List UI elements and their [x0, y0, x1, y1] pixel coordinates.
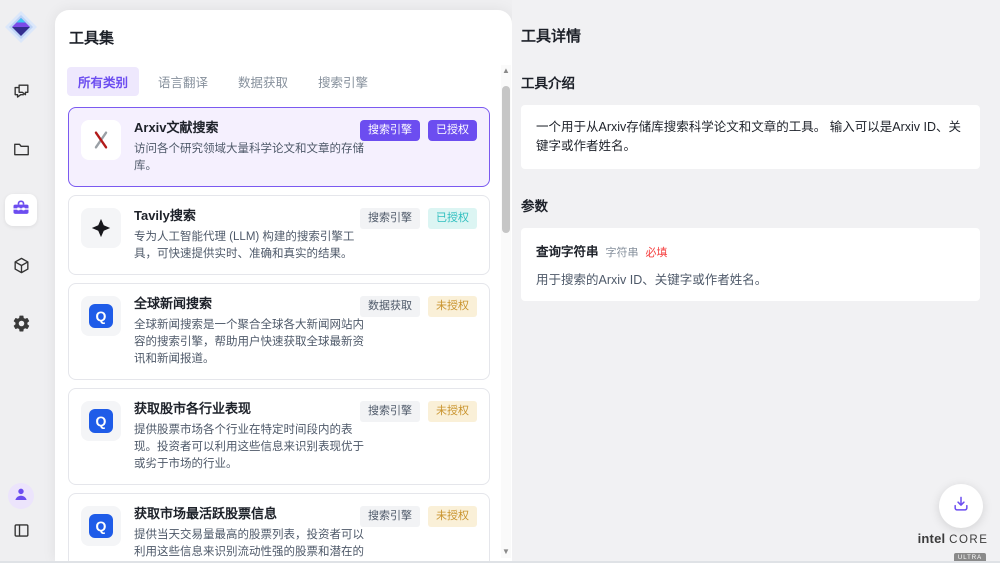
- param-card: 查询字符串 字符串 必填 用于搜索的Arxiv ID、关键字或作者姓名。: [521, 228, 980, 301]
- params-heading: 参数: [521, 195, 980, 215]
- download-icon: [951, 494, 971, 519]
- intel-logo-text: intel: [918, 531, 946, 546]
- core-logo-text: core: [949, 534, 988, 546]
- tab-search-engine[interactable]: 搜索引擎: [307, 67, 379, 96]
- tool-card-badges: 数据获取 未授权: [360, 296, 477, 317]
- list-scrollbar[interactable]: ▲ ▼: [501, 65, 511, 558]
- user-avatar-icon: [12, 485, 30, 508]
- tool-card-badges: 搜索引擎 未授权: [360, 401, 477, 422]
- category-tabs: 所有类别语言翻译数据获取搜索引擎: [67, 67, 512, 96]
- tool-card-title: 获取股市各行业表现: [134, 401, 366, 418]
- folder-icon: [12, 140, 31, 164]
- tool-card-description: 全球新闻搜索是一个聚合全球各大新闻网站内容的搜索引擎，帮助用户快速获取全球最新资…: [134, 317, 366, 367]
- tab-language-translation[interactable]: 语言翻译: [147, 67, 219, 96]
- toggle-sidebar-button[interactable]: [9, 521, 33, 545]
- param-description: 用于搜索的Arxiv ID、关键字或作者姓名。: [536, 269, 965, 288]
- intel-core-logo: intel core ultra: [917, 531, 989, 563]
- param-row: 查询字符串 字符串 必填: [536, 241, 965, 260]
- tool-card[interactable]: Q 获取市场最活跃股票信息 提供当天交易量最高的股票列表，投资者可以利用这些信息…: [68, 493, 490, 561]
- tool-category-badge: 搜索引擎: [360, 208, 420, 229]
- gear-icon: [12, 314, 31, 338]
- tool-card[interactable]: Q 获取股市各行业表现 提供股票市场各个行业在特定时间段内的表现。投资者可以利用…: [68, 388, 490, 485]
- tool-auth-badge: 未授权: [428, 296, 477, 317]
- sidebar-item-chat[interactable]: [5, 78, 37, 110]
- tool-card-badges: 搜索引擎 已授权: [360, 208, 477, 229]
- tool-card-list: Arxiv文献搜索 访问各个研究领域大量科学论文和文章的存储库。 搜索引擎 已授…: [68, 107, 490, 561]
- tool-card[interactable]: Tavily搜索 专为人工智能代理 (LLM) 构建的搜索引擎工具，可快速提供实…: [68, 195, 490, 275]
- tool-card-body: 获取市场最活跃股票信息 提供当天交易量最高的股票列表，投资者可以利用这些信息来识…: [134, 506, 366, 561]
- tool-card[interactable]: Arxiv文献搜索 访问各个研究领域大量科学论文和文章的存储库。 搜索引擎 已授…: [68, 107, 490, 187]
- tool-card-title: Tavily搜索: [134, 208, 366, 225]
- q-search-icon: Q: [81, 506, 121, 546]
- tool-category-badge: 搜索引擎: [360, 401, 420, 422]
- user-avatar[interactable]: [8, 483, 34, 509]
- intro-card: 一个用于从Arxiv存储库搜索科学论文和文章的工具。 输入可以是Arxiv ID…: [521, 105, 980, 169]
- layout-panel-icon: [12, 521, 31, 545]
- detail-title: 工具详情: [521, 25, 980, 46]
- sidebar-item-settings[interactable]: [5, 310, 37, 342]
- tool-card-description: 专为人工智能代理 (LLM) 构建的搜索引擎工具，可快速提供实时、准确和真实的结…: [134, 229, 366, 262]
- download-button[interactable]: [939, 484, 983, 528]
- tool-card-description: 提供当天交易量最高的股票列表，投资者可以利用这些信息来识别流动性强的股票和潜在的…: [134, 527, 366, 561]
- tool-card[interactable]: Q 全球新闻搜索 全球新闻搜索是一个聚合全球各大新闻网站内容的搜索引擎，帮助用户…: [68, 283, 490, 380]
- tool-category-badge: 搜索引擎: [360, 120, 420, 141]
- tool-auth-badge: 已授权: [428, 208, 477, 229]
- sidebar-item-cube[interactable]: [5, 252, 37, 284]
- toolbox-icon: [11, 198, 31, 223]
- tool-card-badges: 搜索引擎 未授权: [360, 506, 477, 527]
- tool-auth-badge: 未授权: [428, 506, 477, 527]
- tool-card-title: 获取市场最活跃股票信息: [134, 506, 366, 523]
- scroll-up-icon[interactable]: ▲: [501, 65, 511, 77]
- q-search-icon: Q: [81, 401, 121, 441]
- cube-icon: [12, 256, 31, 280]
- tool-card-body: Tavily搜索 专为人工智能代理 (LLM) 构建的搜索引擎工具，可快速提供实…: [134, 208, 366, 262]
- q-search-icon: Q: [81, 296, 121, 336]
- tab-all-categories[interactable]: 所有类别: [67, 67, 139, 96]
- param-type: 字符串: [606, 244, 639, 260]
- scroll-down-icon[interactable]: ▼: [501, 546, 511, 558]
- arxiv-logo-icon: [81, 120, 121, 160]
- tool-card-description: 提供股票市场各个行业在特定时间段内的表现。投资者可以利用这些信息来识别表现优于或…: [134, 422, 366, 472]
- tool-card-description: 访问各个研究领域大量科学论文和文章的存储库。: [134, 141, 366, 174]
- tool-card-badges: 搜索引擎 已授权: [360, 120, 477, 141]
- param-name: 查询字符串: [536, 241, 599, 260]
- scrollbar-thumb[interactable]: [502, 86, 510, 233]
- tool-card-body: Arxiv文献搜索 访问各个研究领域大量科学论文和文章的存储库。: [134, 120, 366, 174]
- intro-heading: 工具介绍: [521, 72, 980, 92]
- tab-data-fetch[interactable]: 数据获取: [227, 67, 299, 96]
- tool-category-badge: 搜索引擎: [360, 506, 420, 527]
- tool-detail-panel: 工具详情 工具介绍 一个用于从Arxiv存储库搜索科学论文和文章的工具。 输入可…: [512, 0, 1000, 561]
- tool-card-body: 获取股市各行业表现 提供股票市场各个行业在特定时间段内的表现。投资者可以利用这些…: [134, 401, 366, 472]
- rail-bottom: [0, 483, 42, 545]
- tavily-star-icon: [81, 208, 121, 248]
- tool-card-title: Arxiv文献搜索: [134, 120, 366, 137]
- tool-auth-badge: 已授权: [428, 120, 477, 141]
- param-required-flag: 必填: [646, 244, 668, 260]
- rail-nav: [0, 78, 42, 342]
- page-title: 工具集: [69, 27, 512, 48]
- tool-list-panel: 工具集 所有类别语言翻译数据获取搜索引擎 Arxiv文献搜索 访问各个研究领域大…: [55, 10, 512, 561]
- chat-icon: [12, 82, 31, 106]
- sidebar-item-folder[interactable]: [5, 136, 37, 168]
- app-logo-diamond-icon: [5, 11, 37, 43]
- tool-card-body: 全球新闻搜索 全球新闻搜索是一个聚合全球各大新闻网站内容的搜索引擎，帮助用户快速…: [134, 296, 366, 367]
- tool-card-title: 全球新闻搜索: [134, 296, 366, 313]
- tool-category-badge: 数据获取: [360, 296, 420, 317]
- tool-auth-badge: 未授权: [428, 401, 477, 422]
- intro-text: 一个用于从Arxiv存储库搜索科学论文和文章的工具。 输入可以是Arxiv ID…: [536, 118, 965, 156]
- side-rail: [0, 0, 42, 563]
- sidebar-item-toolbox[interactable]: [5, 194, 37, 226]
